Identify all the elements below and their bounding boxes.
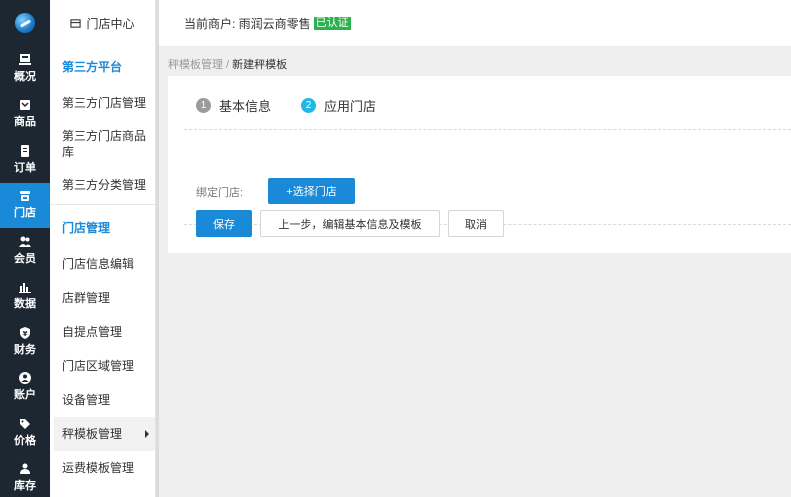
sidebar-item-store-area[interactable]: 门店区域管理: [50, 349, 155, 383]
member-icon: [19, 236, 31, 248]
sidebar-item-shipping-template[interactable]: 运费模板管理: [50, 451, 155, 485]
sidebar-item-third-party-category[interactable]: 第三方分类管理: [50, 168, 155, 202]
save-button[interactable]: 保存: [196, 210, 252, 237]
nav-label: 财务: [14, 343, 36, 356]
store-icon: [70, 18, 82, 28]
price-tag-icon: [19, 418, 31, 430]
bind-store-label: 绑定门店:: [196, 187, 244, 199]
step-basic-info[interactable]: 1 基本信息: [196, 96, 271, 115]
cancel-button[interactable]: 取消: [448, 210, 504, 237]
svg-text:¥: ¥: [23, 330, 28, 338]
sidebar-item-scale-template[interactable]: 秤模板管理: [54, 417, 155, 451]
sidebar-header-label: 门店中心: [86, 16, 135, 31]
verified-badge: 已认证: [313, 16, 351, 30]
breadcrumb-parent[interactable]: 秤模板管理: [168, 59, 223, 71]
nav-item-account[interactable]: 账户: [0, 365, 50, 411]
sidebar-item-pickup-point[interactable]: 自提点管理: [50, 315, 155, 349]
nav-label: 门店: [14, 207, 36, 220]
nav-label: 账户: [14, 389, 36, 402]
store-icon: [19, 190, 31, 202]
nav-label: 商品: [14, 116, 36, 129]
sidebar-item-third-party-goods[interactable]: 第三方门店商品库: [50, 120, 155, 168]
order-icon: [19, 144, 31, 157]
nav-item-finance[interactable]: ¥ 财务: [0, 319, 50, 365]
top-bar: 当前商户: 雨润云商零售 已认证: [159, 0, 791, 46]
nav-item-member[interactable]: 会员: [0, 228, 50, 274]
overview-icon: [19, 53, 31, 66]
nav-item-overview[interactable]: 概况: [0, 46, 50, 92]
nav-label: 价格: [14, 434, 36, 447]
nav-item-orders[interactable]: 订单: [0, 137, 50, 183]
app-logo[interactable]: [0, 0, 50, 46]
nav-label: 概况: [14, 70, 36, 83]
chart-icon: [19, 281, 31, 294]
section-divider: [184, 129, 791, 130]
sidebar-divider: [50, 204, 155, 205]
sidebar-item-store-group[interactable]: 店群管理: [50, 281, 155, 315]
sidebar-header: 门店中心: [50, 0, 155, 46]
main-content: 秤模板管理 / 新建秤模板 1 基本信息 2 应用门店 绑定门店: +选择门店 …: [159, 46, 791, 497]
account-icon: [19, 372, 31, 385]
main-nav: 概况 商品 订单 门店 会员 数据 ¥ 财务 账户 价格 库存: [0, 0, 50, 497]
sidebar-item-label: 秤模板管理: [62, 427, 123, 441]
nav-item-price[interactable]: 价格: [0, 410, 50, 456]
step-number: 1: [196, 98, 211, 113]
nav-item-data[interactable]: 数据: [0, 274, 50, 320]
goods-icon: [19, 99, 31, 111]
nav-label: 库存: [14, 480, 36, 493]
step-number: 2: [301, 98, 317, 113]
finance-icon: ¥: [19, 326, 31, 339]
nav-item-store[interactable]: 门店: [0, 182, 50, 228]
store-sidebar: 门店中心 第三方平台 第三方门店管理 第三方门店商品库 第三方分类管理 门店管理…: [50, 0, 156, 497]
current-merchant: 当前商户: 雨润云商零售: [184, 16, 311, 31]
stock-icon: [19, 463, 31, 475]
breadcrumb-current: 新建秤模板: [232, 59, 288, 71]
caret-right-icon: [145, 430, 149, 438]
nav-item-goods[interactable]: 商品: [0, 92, 50, 138]
prev-step-button[interactable]: 上一步，编辑基本信息及模板: [260, 210, 440, 237]
sidebar-item-device[interactable]: 设备管理: [50, 383, 155, 417]
step-apply-store[interactable]: 2 应用门店: [301, 96, 376, 115]
nav-item-stock[interactable]: 库存: [0, 456, 50, 497]
step-indicator: 1 基本信息 2 应用门店: [196, 96, 406, 115]
sidebar-item-third-party-store[interactable]: 第三方门店管理: [50, 86, 155, 120]
breadcrumb: 秤模板管理 / 新建秤模板: [168, 56, 287, 72]
nav-label: 会员: [14, 252, 36, 265]
breadcrumb-separator: /: [223, 59, 233, 71]
nav-label: 数据: [14, 298, 36, 311]
sidebar-item-store-info[interactable]: 门店信息编辑: [50, 247, 155, 281]
step-label: 应用门店: [324, 99, 377, 114]
select-store-button[interactable]: +选择门店: [268, 178, 355, 204]
sidebar-group-third-party: 第三方平台: [62, 59, 123, 74]
step-label: 基本信息: [219, 99, 272, 114]
sidebar-group-store-management: 门店管理: [62, 220, 111, 235]
logo-icon: [15, 13, 35, 33]
nav-label: 订单: [14, 161, 36, 174]
